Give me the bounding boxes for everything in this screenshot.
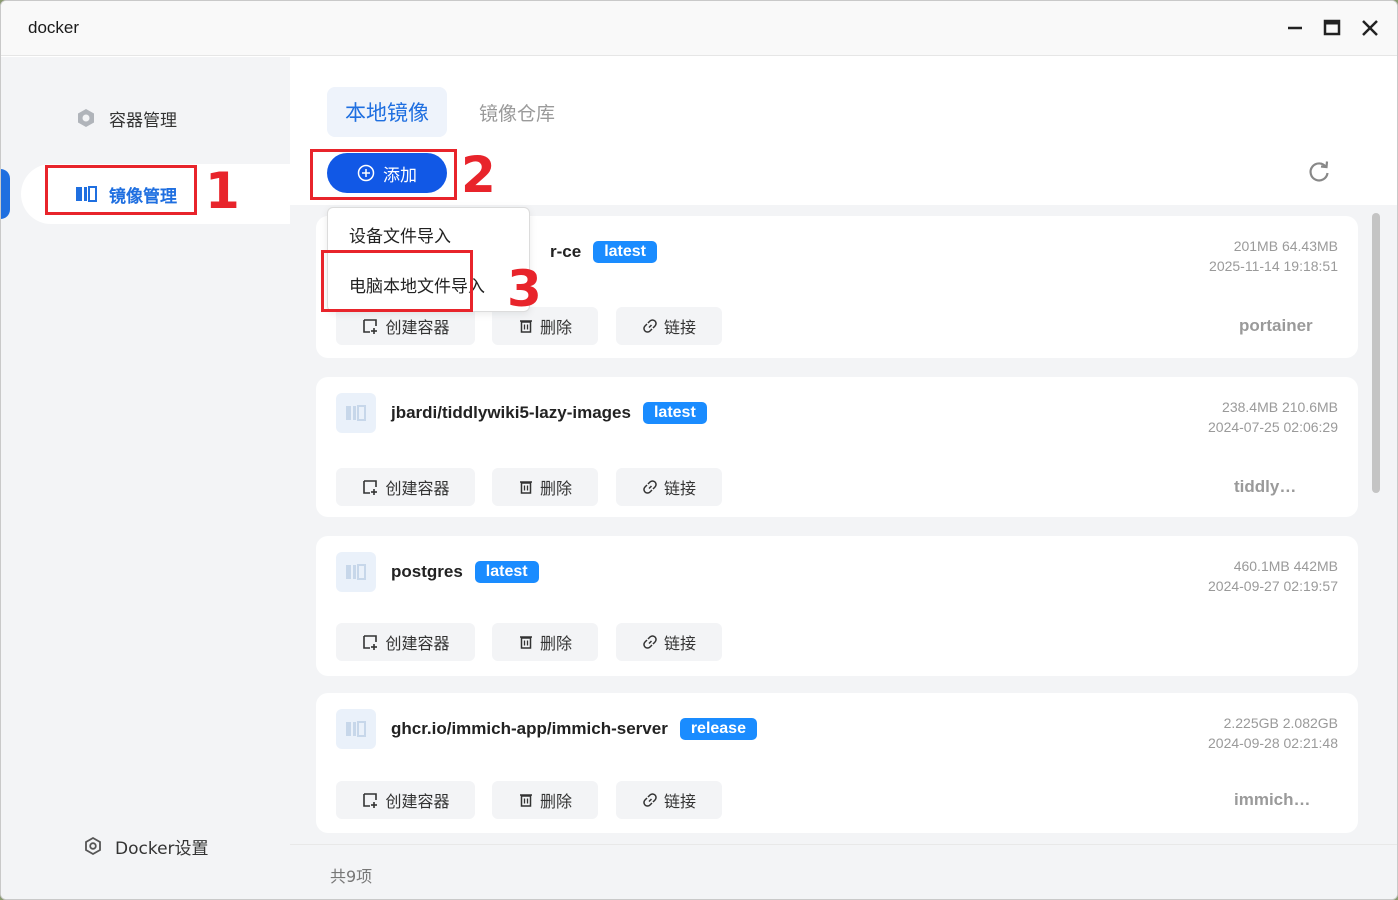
trash-icon (519, 481, 532, 494)
sidebar-item-label: 容器管理 (109, 110, 177, 131)
image-date: 2024-07-25 02:06:29 (1208, 419, 1338, 435)
link-button[interactable]: 链接 (616, 468, 722, 506)
image-date: 2024-09-28 02:21:48 (1208, 735, 1338, 751)
settings-icon (85, 836, 101, 856)
create-container-icon (363, 480, 378, 495)
link-icon (643, 319, 657, 333)
maximize-icon (1323, 19, 1341, 36)
annotation-box-1 (45, 165, 197, 215)
image-icon (336, 709, 376, 749)
image-layers-icon (346, 564, 366, 580)
trash-icon (519, 636, 532, 649)
title-bar: docker (1, 1, 1397, 56)
annotation-box-3 (321, 250, 473, 312)
tab-image-registry[interactable]: 镜像仓库 (462, 87, 572, 137)
image-date: 2025-11-14 19:18:51 (1209, 258, 1338, 274)
maximize-button[interactable] (1319, 15, 1345, 41)
create-container-button[interactable]: 创建容器 (336, 468, 475, 506)
annotation-box-2 (310, 149, 457, 200)
scrollbar-thumb[interactable] (1372, 213, 1380, 493)
create-container-button[interactable]: 创建容器 (336, 623, 475, 661)
image-date: 2024-09-27 02:19:57 (1208, 578, 1338, 594)
item-count: 共9项 (330, 867, 373, 886)
delete-button[interactable]: 删除 (492, 623, 598, 661)
link-button[interactable]: 链接 (616, 623, 722, 661)
trash-icon (519, 794, 532, 807)
annotation-number-2: 2 (461, 146, 496, 204)
minimize-button[interactable] (1282, 15, 1308, 41)
close-icon (1362, 20, 1378, 36)
window-title: docker (28, 18, 80, 37)
scrollbar[interactable] (1372, 213, 1380, 844)
image-name: ghcr.io/immich-app/immich-server release (391, 718, 757, 740)
footer: 共9项 (290, 844, 1397, 899)
link-icon (643, 480, 657, 494)
image-name: jbardi/tiddlywiki5-lazy-images latest (391, 402, 707, 424)
create-container-icon (363, 793, 378, 808)
delete-button[interactable]: 删除 (492, 781, 598, 819)
container-name: immich… (1234, 790, 1311, 809)
active-indicator (1, 169, 10, 219)
close-button[interactable] (1357, 15, 1383, 41)
list-item: postgres latest 460.1MB 442MB 2024-09-27 … (316, 536, 1358, 676)
create-container-button[interactable]: 创建容器 (336, 781, 475, 819)
image-size: 460.1MB 442MB (1233, 558, 1338, 574)
image-layers-icon (346, 405, 366, 421)
link-button[interactable]: 链接 (616, 307, 722, 345)
link-button[interactable]: 链接 (616, 781, 722, 819)
image-tag: release (679, 718, 757, 740)
annotation-number-1: 1 (205, 162, 240, 220)
image-tag: latest (593, 241, 657, 263)
list-item: jbardi/tiddlywiki5-lazy-images latest 238… (316, 377, 1358, 517)
annotation-number-3: 3 (507, 260, 542, 318)
image-icon (336, 552, 376, 592)
tab-local-images[interactable]: 本地镜像 (327, 87, 447, 137)
image-tag: latest (642, 402, 707, 424)
image-name: r-ce latest (550, 241, 657, 263)
trash-icon (519, 320, 532, 333)
container-name: tiddly… (1234, 477, 1297, 496)
list-item: ghcr.io/immich-app/immich-server release … (316, 693, 1358, 833)
create-container-button[interactable]: 创建容器 (336, 307, 475, 345)
image-tag: latest (474, 561, 539, 583)
image-size: 238.4MB 210.6MB (1222, 399, 1338, 415)
create-container-icon (363, 319, 378, 334)
menu-item-device-import[interactable]: 设备文件导入 (349, 222, 451, 247)
create-container-icon (363, 635, 378, 650)
hexagon-gear-icon (78, 109, 94, 127)
app-window: docker 容器管理 镜像管理 Docker设置 本地镜像 镜像仓库 添加 r… (0, 0, 1398, 900)
minimize-icon (1288, 26, 1302, 30)
image-name: postgres latest (391, 561, 539, 583)
image-size: 2.225GB 2.082GB (1223, 715, 1338, 731)
sidebar-item-containers[interactable]: 容器管理 (21, 88, 290, 148)
container-name: portainer (1239, 316, 1313, 335)
refresh-button[interactable] (1306, 159, 1332, 185)
docker-settings-label: Docker设置 (115, 838, 209, 859)
docker-settings-button[interactable]: Docker设置 (21, 816, 290, 876)
refresh-icon (1309, 161, 1329, 182)
delete-button[interactable]: 删除 (492, 468, 598, 506)
image-icon (336, 393, 376, 433)
image-size: 201MB 64.43MB (1233, 238, 1338, 254)
link-icon (643, 635, 657, 649)
image-layers-icon (346, 721, 366, 737)
link-icon (643, 793, 657, 807)
